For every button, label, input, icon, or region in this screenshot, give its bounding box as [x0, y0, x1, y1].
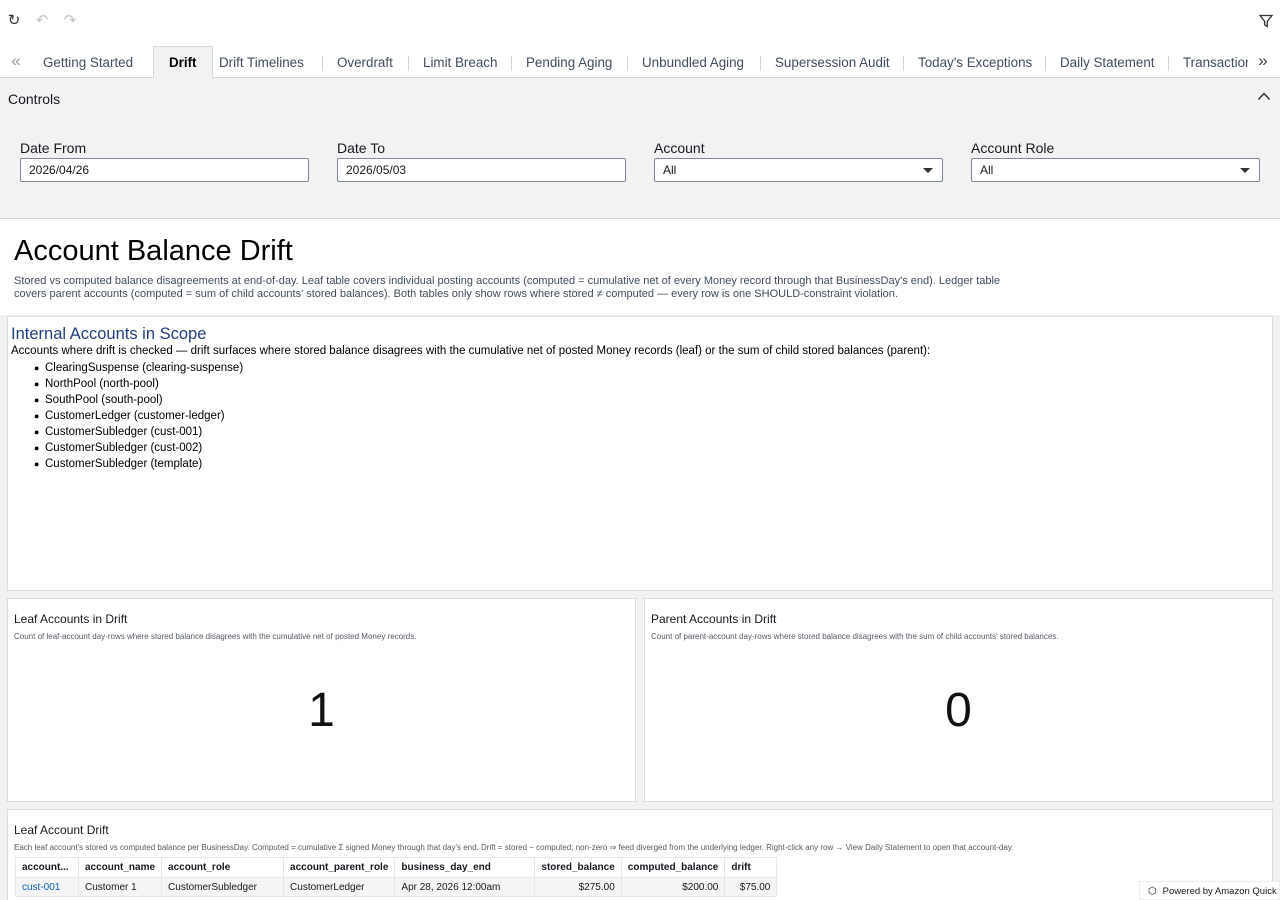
controls-panel: Controls Date From 2026/04/26 Date To 20…: [0, 78, 1280, 219]
top-toolbar: ↻ ↶ ↷: [0, 0, 1280, 44]
tab-unbundled-aging[interactable]: Unbundled Aging: [627, 46, 759, 78]
list-item: NorthPool (north-pool): [34, 376, 243, 392]
column-header[interactable]: account...: [15, 857, 79, 878]
filter-icon[interactable]: [1258, 12, 1274, 30]
date-from-label: Date From: [20, 140, 87, 156]
column-header[interactable]: stored_balance: [534, 857, 622, 878]
column-header[interactable]: account_role: [161, 857, 285, 878]
account-control: Account All: [654, 140, 943, 182]
table-cell: $275.00: [534, 877, 622, 897]
column-header[interactable]: business_day_end: [394, 857, 536, 878]
list-item: CustomerSubledger (template): [34, 456, 243, 472]
account-id-link[interactable]: cust-001: [15, 877, 79, 897]
account-role-control: Account Role All: [971, 140, 1260, 182]
table-cell: CustomerSubledger: [161, 877, 285, 897]
list-item: SouthPool (south-pool): [34, 392, 243, 408]
kpi-subtitle: Count of leaf-account day-rows where sto…: [14, 632, 417, 641]
account-select-value: All: [663, 163, 677, 177]
leaf-accounts-kpi[interactable]: Leaf Accounts in Drift Count of leaf-acc…: [7, 598, 636, 802]
account-select[interactable]: All: [654, 158, 943, 182]
date-from-input[interactable]: 2026/04/26: [20, 158, 309, 182]
amazon-quick-logo-icon: ⬡: [1148, 886, 1157, 897]
tabs-scroll-right-icon[interactable]: »: [1252, 50, 1274, 72]
tab-overdraft[interactable]: Overdraft: [322, 46, 408, 78]
table-cell: Apr 28, 2026 12:00am: [394, 877, 536, 897]
column-header[interactable]: computed_balance: [620, 857, 726, 878]
page-title: Account Balance Drift: [14, 235, 293, 267]
list-item: CustomerLedger (customer-ledger): [34, 408, 243, 424]
scope-title: Internal Accounts in Scope: [11, 325, 207, 343]
tab-drift-timelines[interactable]: Drift Timelines: [204, 46, 319, 78]
kpi-subtitle: Count of parent-account day-rows where s…: [651, 632, 1059, 641]
accounts-in-scope-panel: Internal Accounts in Scope Accounts wher…: [7, 316, 1273, 591]
kpi-value: 1: [308, 684, 335, 737]
refresh-icon[interactable]: ↻: [6, 12, 22, 30]
sheet-header: Account Balance Drift Stored vs computed…: [0, 219, 1280, 315]
parent-accounts-kpi[interactable]: Parent Accounts in Drift Count of parent…: [644, 598, 1273, 802]
leaf-account-drift-panel: Leaf Account Drift Each leaf account's s…: [7, 809, 1273, 900]
controls-title: Controls: [8, 91, 61, 107]
account-role-select[interactable]: All: [971, 158, 1260, 182]
table-subtitle: Each leaf account's stored vs computed b…: [14, 843, 1014, 852]
date-to-input[interactable]: 2026/05/03: [337, 158, 626, 182]
tab-daily-statement[interactable]: Daily Statement: [1045, 46, 1170, 78]
table-cell: $200.00: [620, 877, 726, 897]
tab-strip: Getting Started Drift Drift Timelines Ov…: [28, 44, 1248, 78]
sheet-tabs: « Getting Started Drift Drift Timelines …: [0, 44, 1280, 78]
scope-account-list: ClearingSuspense (clearing-suspense) Nor…: [34, 360, 243, 472]
kpi-title: Leaf Accounts in Drift: [14, 612, 128, 626]
page-description: Stored vs computed balance disagreements…: [14, 275, 1001, 300]
kpi-value: 0: [945, 684, 972, 737]
caret-down-icon: [923, 168, 933, 173]
chevron-up-icon[interactable]: [1257, 88, 1271, 104]
table-cell: CustomerLedger: [283, 877, 396, 897]
list-item: ClearingSuspense (clearing-suspense): [34, 360, 243, 376]
table-cell: $75.00: [724, 877, 778, 897]
tab-pending-aging[interactable]: Pending Aging: [511, 46, 627, 78]
tab-todays-exceptions[interactable]: Today's Exceptions: [903, 46, 1047, 78]
powered-by-text: Powered by Amazon Quick: [1162, 886, 1277, 897]
table-title: Leaf Account Drift: [14, 823, 109, 837]
leaf-drift-table: account... account_name account_role acc…: [15, 857, 778, 897]
tab-supersession-audit[interactable]: Supersession Audit: [760, 46, 905, 78]
date-from-control: Date From 2026/04/26: [20, 140, 309, 182]
powered-by-badge[interactable]: ⬡ Powered by Amazon Quick: [1139, 881, 1280, 900]
column-header[interactable]: account_parent_role: [283, 857, 396, 878]
table-cell: Customer 1: [77, 877, 163, 897]
date-to-control: Date To 2026/05/03: [337, 140, 626, 182]
redo-icon[interactable]: ↷: [62, 12, 78, 30]
kpi-title: Parent Accounts in Drift: [651, 612, 777, 626]
tabs-scroll-left-icon[interactable]: «: [5, 50, 27, 72]
scope-intro: Accounts where drift is checked — drift …: [11, 345, 931, 357]
tab-getting-started[interactable]: Getting Started: [28, 46, 148, 78]
account-role-label: Account Role: [971, 140, 1055, 156]
caret-down-icon: [1240, 168, 1250, 173]
table-row[interactable]: cust-001 Customer 1 CustomerSubledger Cu…: [15, 877, 778, 897]
account-role-select-value: All: [980, 163, 994, 177]
table-header-row: account... account_name account_role acc…: [15, 857, 778, 878]
date-to-label: Date To: [337, 140, 385, 156]
column-header[interactable]: drift: [724, 857, 778, 878]
tab-transactions[interactable]: Transactions: [1168, 46, 1248, 78]
tab-limit-breach[interactable]: Limit Breach: [408, 46, 512, 78]
list-item: CustomerSubledger (cust-001): [34, 424, 243, 440]
list-item: CustomerSubledger (cust-002): [34, 440, 243, 456]
undo-icon[interactable]: ↶: [34, 12, 50, 30]
column-header[interactable]: account_name: [77, 857, 163, 878]
account-label: Account: [654, 140, 705, 156]
